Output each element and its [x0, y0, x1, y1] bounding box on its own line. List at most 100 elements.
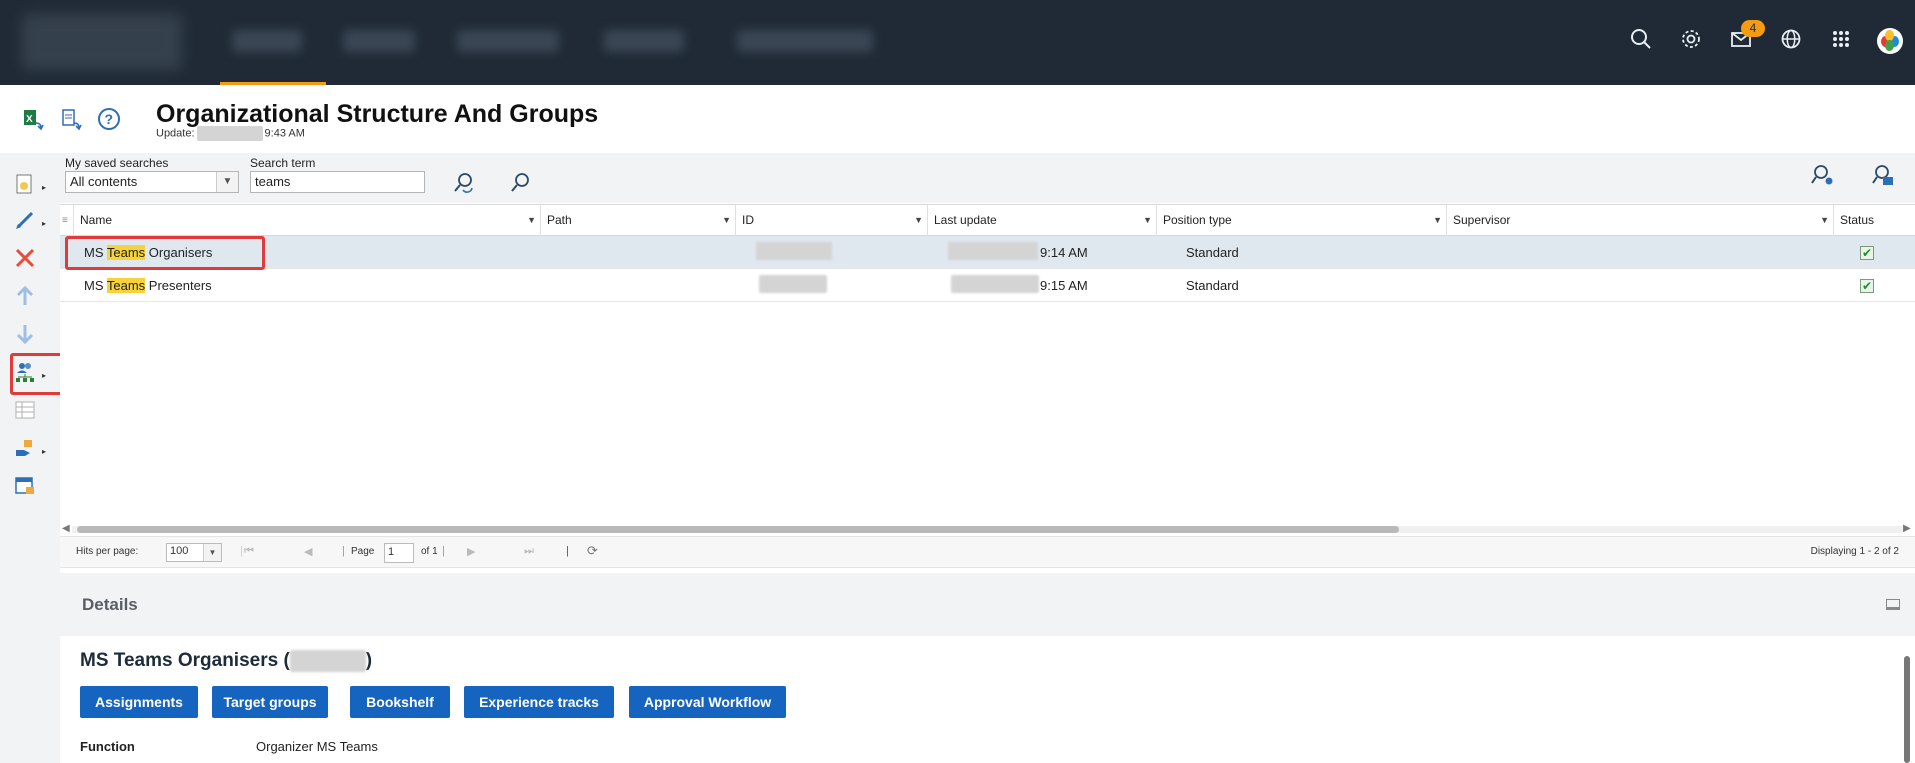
edit-pencil-icon[interactable] [12, 209, 38, 235]
gear-icon[interactable] [1678, 28, 1704, 54]
help-icon[interactable]: ? [96, 107, 122, 133]
vertical-scrollbar[interactable] [1903, 640, 1911, 763]
hits-per-page-value: 100 [170, 545, 189, 557]
chevron-down-icon[interactable]: ▼ [216, 172, 238, 192]
page-number-input[interactable]: 1 [384, 543, 414, 563]
search-highlight: Teams [106, 278, 146, 293]
column-header-last-update[interactable]: Last update ▼ [928, 205, 1157, 236]
redacted-date [196, 126, 263, 141]
assignments-button[interactable]: Assignments [80, 686, 198, 718]
hits-per-page-select[interactable]: 100 ▼ [166, 543, 222, 562]
column-position-type-label: Position type [1163, 213, 1232, 227]
target-groups-button[interactable]: Target groups [212, 686, 328, 718]
nav-item-4[interactable] [604, 30, 684, 52]
avatar[interactable] [1877, 28, 1903, 54]
report-export-icon[interactable] [58, 107, 84, 133]
approval-workflow-button[interactable]: Approval Workflow [629, 686, 786, 718]
column-path-label: Path [547, 213, 572, 227]
column-header-status[interactable]: Status [1834, 205, 1915, 236]
horizontal-scrollbar[interactable]: ◀ ▶ [60, 523, 1915, 534]
divider: | [342, 545, 345, 557]
chevron-down-icon[interactable]: ▼ [1143, 205, 1152, 236]
chevron-down-icon[interactable]: ▼ [203, 544, 221, 561]
saved-searches-value: All contents [70, 174, 138, 189]
redacted-date [951, 275, 1039, 293]
chevron-down-icon[interactable]: ▼ [914, 205, 923, 236]
pagination-bar: Hits per page: 100 ▼ | ⏮ ◀ | Page 1 of 1… [60, 536, 1915, 568]
page-of-label: of 1 [421, 546, 438, 557]
status-check-icon: ✔ [1860, 279, 1874, 293]
move-up-icon[interactable] [12, 285, 38, 311]
nav-item-2[interactable] [343, 30, 415, 52]
saved-searches-select[interactable]: All contents ▼ [65, 171, 239, 193]
refresh-icon[interactable]: ⟳ [587, 543, 598, 559]
nav-item-3[interactable] [457, 30, 559, 52]
grid-header: ≡ Name ▼ Path ▼ ID ▼ Last update ▼ Position … [60, 204, 1915, 236]
nav-item-1[interactable] [232, 30, 302, 52]
table-icon[interactable] [12, 399, 38, 425]
scroll-left-icon[interactable]: ◀ [62, 523, 70, 534]
excel-export-icon[interactable]: X [20, 107, 46, 133]
calendar-lock-icon[interactable] [12, 475, 38, 501]
update-time: 9:43 AM [264, 127, 305, 140]
move-down-icon[interactable] [12, 323, 38, 349]
details-header: Details [82, 595, 138, 614]
last-page-icon[interactable]: ⏭ [524, 545, 534, 558]
table-row[interactable]: MS Teams Organisers 9:14 AM Standard ✔ [60, 236, 1915, 269]
update-label: Update: [156, 127, 195, 140]
apps-grid-icon[interactable] [1828, 28, 1854, 54]
experience-tracks-button[interactable]: Experience tracks [464, 686, 614, 718]
top-navigation-bar: 4 [0, 0, 1915, 85]
mail-count-badge: 4 [1741, 20, 1765, 37]
redacted-id [759, 275, 827, 293]
chevron-down-icon[interactable]: ▼ [527, 205, 536, 236]
svg-text:?: ? [105, 111, 114, 127]
scroll-thumb[interactable] [1904, 656, 1910, 763]
redacted-id [756, 242, 832, 260]
next-page-icon[interactable]: ▶ [467, 545, 475, 558]
name-suffix: Presenters [145, 278, 212, 293]
row-last-update: 9:14 AM [1040, 245, 1088, 260]
minimize-icon[interactable] [1886, 599, 1900, 610]
column-header-path[interactable]: Path ▼ [541, 205, 736, 236]
search-save-icon[interactable] [1870, 163, 1896, 189]
scroll-thumb[interactable] [77, 526, 1399, 533]
previous-page-icon[interactable]: ◀ [304, 545, 312, 558]
page-label: Page [351, 546, 375, 557]
chevron-down-icon[interactable]: ▼ [722, 205, 731, 236]
bookshelf-button[interactable]: Bookshelf [350, 686, 450, 718]
hand-offer-dropdown[interactable]: ▸ [42, 447, 46, 456]
globe-icon[interactable] [1778, 28, 1804, 54]
company-logo[interactable] [22, 14, 182, 70]
delete-icon[interactable] [12, 247, 38, 273]
new-item-dropdown[interactable]: ▸ [42, 183, 46, 192]
first-page-icon[interactable]: ⏮ [244, 545, 254, 558]
column-menu-icon[interactable]: ≡ [60, 205, 74, 236]
function-label: Function [80, 739, 135, 754]
scroll-right-icon[interactable]: ▶ [1903, 523, 1911, 534]
edit-dropdown[interactable]: ▸ [42, 219, 46, 228]
column-header-name[interactable]: Name ▼ [74, 205, 541, 236]
details-body: MS Teams Organisers () Assignments Targe… [60, 636, 1915, 763]
hand-offer-icon[interactable] [12, 437, 38, 463]
column-header-supervisor[interactable]: Supervisor ▼ [1447, 205, 1834, 236]
chevron-down-icon[interactable]: ▼ [1433, 205, 1442, 236]
column-id-label: ID [742, 213, 754, 227]
chevron-down-icon[interactable]: ▼ [1820, 205, 1829, 236]
nav-item-5[interactable] [737, 30, 873, 52]
row-name[interactable]: MS Teams Presenters [84, 269, 212, 302]
column-header-position-type[interactable]: Position type ▼ [1157, 205, 1447, 236]
annotation-highlight-row [65, 236, 265, 270]
row-last-update: 9:15 AM [1040, 278, 1088, 293]
displaying-count: Displaying 1 - 2 of 2 [1810, 546, 1899, 557]
details-title-close: ) [365, 650, 373, 672]
search-refresh-icon[interactable] [451, 171, 477, 197]
search-icon[interactable] [508, 171, 534, 197]
search-icon[interactable] [1628, 28, 1654, 54]
column-header-id[interactable]: ID ▼ [736, 205, 928, 236]
search-settings-icon[interactable] [1810, 163, 1836, 189]
search-term-input[interactable]: teams [250, 171, 425, 193]
table-row[interactable]: MS Teams Presenters 9:15 AM Standard ✔ [60, 269, 1915, 302]
update-info: Update: 9:43 AM [156, 126, 305, 141]
new-item-icon[interactable] [12, 173, 38, 199]
